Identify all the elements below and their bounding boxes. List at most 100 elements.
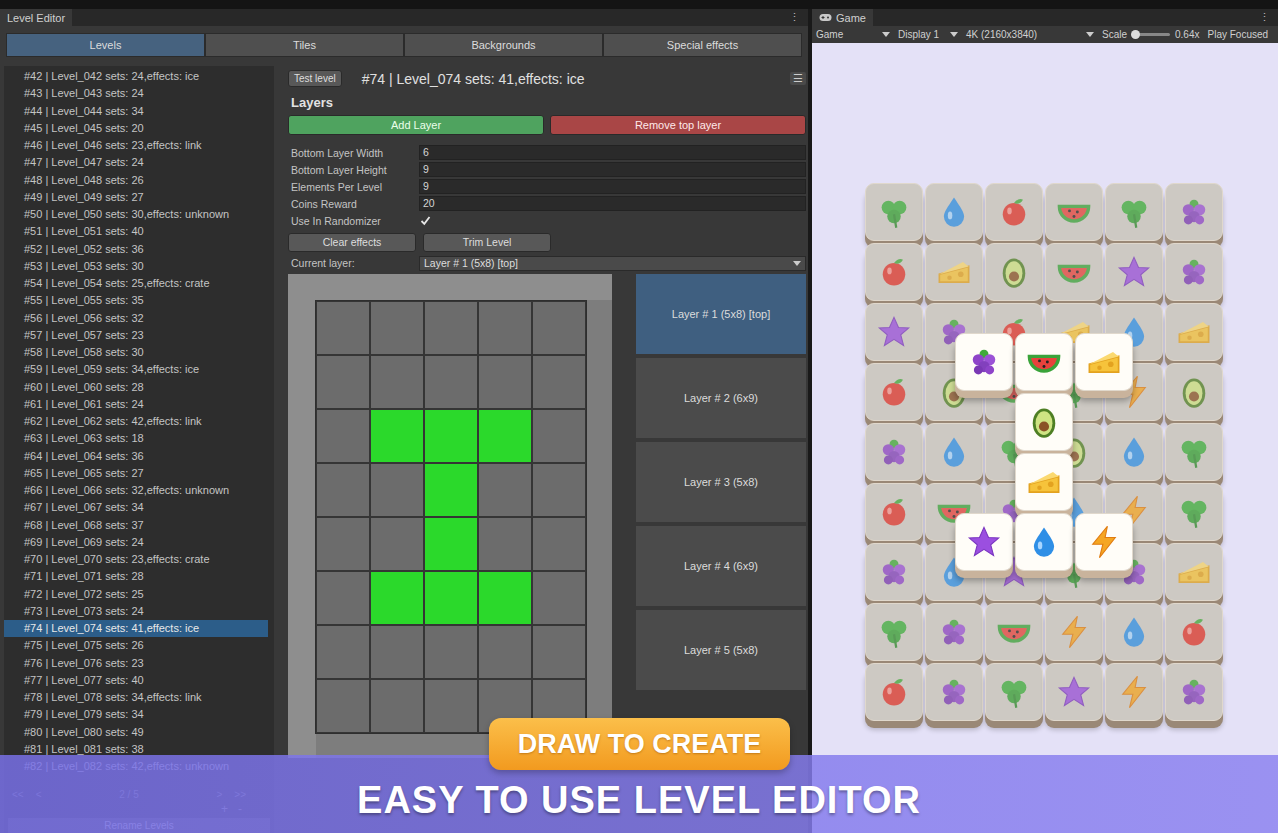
window-menu[interactable]: ⋮ bbox=[781, 11, 808, 24]
grid-cell[interactable] bbox=[424, 355, 478, 409]
grid-cell[interactable] bbox=[316, 679, 370, 733]
editor-tab[interactable]: Levels bbox=[6, 33, 205, 57]
level-item[interactable]: #57 | Level_057 sets: 23 bbox=[4, 327, 268, 344]
editor-tab[interactable]: Special effects bbox=[603, 33, 802, 57]
grid-cell[interactable] bbox=[316, 355, 370, 409]
tile[interactable] bbox=[1015, 333, 1073, 391]
layer-item[interactable]: Layer # 1 (5x8) [top] bbox=[636, 274, 806, 354]
tile[interactable] bbox=[1015, 393, 1073, 451]
level-item[interactable]: #43 | Level_043 sets: 24 bbox=[4, 85, 268, 102]
scale-knob[interactable] bbox=[1131, 30, 1140, 39]
grid-cell[interactable] bbox=[316, 517, 370, 571]
grid-cell[interactable] bbox=[424, 517, 478, 571]
level-item[interactable]: #78 | Level_078 sets: 34,effects: link bbox=[4, 689, 268, 706]
editor-tab[interactable]: Backgrounds bbox=[404, 33, 603, 57]
grid-cell[interactable] bbox=[370, 679, 424, 733]
level-item[interactable]: #46 | Level_046 sets: 23,effects: link bbox=[4, 137, 268, 154]
level-item[interactable]: #45 | Level_045 sets: 20 bbox=[4, 120, 268, 137]
level-item[interactable]: #61 | Level_061 sets: 24 bbox=[4, 396, 268, 413]
grid-cell[interactable] bbox=[478, 517, 532, 571]
level-item[interactable]: #75 | Level_075 sets: 26 bbox=[4, 637, 268, 654]
grid-cell[interactable] bbox=[532, 571, 586, 625]
level-menu-button[interactable]: ☰ bbox=[790, 72, 806, 85]
tile[interactable] bbox=[1015, 513, 1073, 571]
level-item[interactable]: #42 | Level_042 sets: 24,effects: ice bbox=[4, 68, 268, 85]
grid-cell[interactable] bbox=[370, 625, 424, 679]
grid-cell[interactable] bbox=[370, 409, 424, 463]
grid-cell[interactable] bbox=[316, 463, 370, 517]
test-level-button[interactable]: Test level bbox=[288, 70, 342, 87]
grid-cell[interactable] bbox=[532, 409, 586, 463]
tile[interactable] bbox=[1075, 333, 1133, 391]
view-dropdown[interactable]: Game bbox=[812, 29, 894, 40]
level-item[interactable]: #58 | Level_058 sets: 30 bbox=[4, 344, 268, 361]
tile[interactable] bbox=[955, 513, 1013, 571]
level-item[interactable]: #59 | Level_059 sets: 34,effects: ice bbox=[4, 361, 268, 378]
grid-cell[interactable] bbox=[370, 301, 424, 355]
level-item[interactable]: #62 | Level_062 sets: 42,effects: link bbox=[4, 413, 268, 430]
level-item[interactable]: #79 | Level_079 sets: 34 bbox=[4, 706, 268, 723]
current-layer-dropdown[interactable]: Layer # 1 (5x8) [top] bbox=[419, 256, 806, 271]
editor-tab[interactable]: Tiles bbox=[205, 33, 404, 57]
level-item[interactable]: #55 | Level_055 sets: 35 bbox=[4, 292, 268, 309]
level-item[interactable]: #53 | Level_053 sets: 30 bbox=[4, 258, 268, 275]
scale-slider[interactable] bbox=[1132, 33, 1170, 36]
level-item[interactable]: #64 | Level_064 sets: 36 bbox=[4, 448, 268, 465]
grid-cell[interactable] bbox=[478, 571, 532, 625]
layer-item[interactable]: Layer # 4 (6x9) bbox=[636, 526, 806, 606]
grid-cell[interactable] bbox=[532, 301, 586, 355]
grid-cell[interactable] bbox=[478, 301, 532, 355]
layer-item[interactable]: Layer # 2 (6x9) bbox=[636, 358, 806, 438]
grid-cell[interactable] bbox=[370, 571, 424, 625]
grid-cell[interactable] bbox=[424, 679, 478, 733]
grid-cell[interactable] bbox=[478, 463, 532, 517]
layer-grid[interactable] bbox=[315, 300, 587, 734]
resolution-dropdown[interactable]: 4K (2160x3840) bbox=[962, 29, 1098, 40]
level-item[interactable]: #76 | Level_076 sets: 23 bbox=[4, 655, 268, 672]
level-item[interactable]: #73 | Level_073 sets: 24 bbox=[4, 603, 268, 620]
level-item[interactable]: #67 | Level_067 sets: 34 bbox=[4, 499, 268, 516]
grid-cell[interactable] bbox=[316, 571, 370, 625]
layer-canvas[interactable] bbox=[288, 274, 612, 758]
level-item[interactable]: #63 | Level_063 sets: 18 bbox=[4, 430, 268, 447]
grid-cell[interactable] bbox=[424, 463, 478, 517]
grid-cell[interactable] bbox=[424, 571, 478, 625]
tile[interactable] bbox=[1015, 453, 1073, 511]
grid-cell[interactable] bbox=[478, 409, 532, 463]
field-input[interactable]: 20 bbox=[419, 196, 806, 211]
level-item[interactable]: #68 | Level_068 sets: 37 bbox=[4, 517, 268, 534]
field-input[interactable]: 9 bbox=[419, 162, 806, 177]
field-input[interactable]: 6 bbox=[419, 145, 806, 160]
grid-cell[interactable] bbox=[316, 625, 370, 679]
field-input[interactable]: 9 bbox=[419, 179, 806, 194]
level-item[interactable]: #56 | Level_056 sets: 32 bbox=[4, 310, 268, 327]
grid-cell[interactable] bbox=[532, 463, 586, 517]
level-item[interactable]: #74 | Level_074 sets: 41,effects: ice bbox=[4, 620, 268, 637]
level-item[interactable]: #48 | Level_048 sets: 26 bbox=[4, 172, 268, 189]
layer-item[interactable]: Layer # 3 (5x8) bbox=[636, 442, 806, 522]
display-dropdown[interactable]: Display 1 bbox=[894, 29, 962, 40]
add-layer-button[interactable]: Add Layer bbox=[288, 115, 544, 135]
grid-cell[interactable] bbox=[424, 301, 478, 355]
level-item[interactable]: #49 | Level_049 sets: 27 bbox=[4, 189, 268, 206]
grid-cell[interactable] bbox=[316, 301, 370, 355]
level-item[interactable]: #52 | Level_052 sets: 36 bbox=[4, 241, 268, 258]
level-item[interactable]: #69 | Level_069 sets: 24 bbox=[4, 534, 268, 551]
grid-cell[interactable] bbox=[424, 625, 478, 679]
play-focused-dropdown[interactable]: Play Focused bbox=[1203, 29, 1272, 40]
level-item[interactable]: #54 | Level_054 sets: 25,effects: crate bbox=[4, 275, 268, 292]
grid-cell[interactable] bbox=[370, 517, 424, 571]
grid-cell[interactable] bbox=[478, 355, 532, 409]
level-item[interactable]: #47 | Level_047 sets: 24 bbox=[4, 154, 268, 171]
level-item[interactable]: #77 | Level_077 sets: 40 bbox=[4, 672, 268, 689]
checkbox[interactable] bbox=[419, 215, 431, 227]
level-item[interactable]: #66 | Level_066 sets: 32,effects: unknow… bbox=[4, 482, 268, 499]
level-item[interactable]: #70 | Level_070 sets: 23,effects: crate bbox=[4, 551, 268, 568]
grid-cell[interactable] bbox=[532, 625, 586, 679]
level-item[interactable]: #60 | Level_060 sets: 28 bbox=[4, 379, 268, 396]
level-item[interactable]: #80 | Level_080 sets: 49 bbox=[4, 724, 268, 741]
level-item[interactable]: #65 | Level_065 sets: 27 bbox=[4, 465, 268, 482]
level-item[interactable]: #51 | Level_051 sets: 40 bbox=[4, 223, 268, 240]
window-menu[interactable]: ⋮ bbox=[1251, 11, 1278, 24]
clear-effects-button[interactable]: Clear effects bbox=[288, 233, 416, 252]
